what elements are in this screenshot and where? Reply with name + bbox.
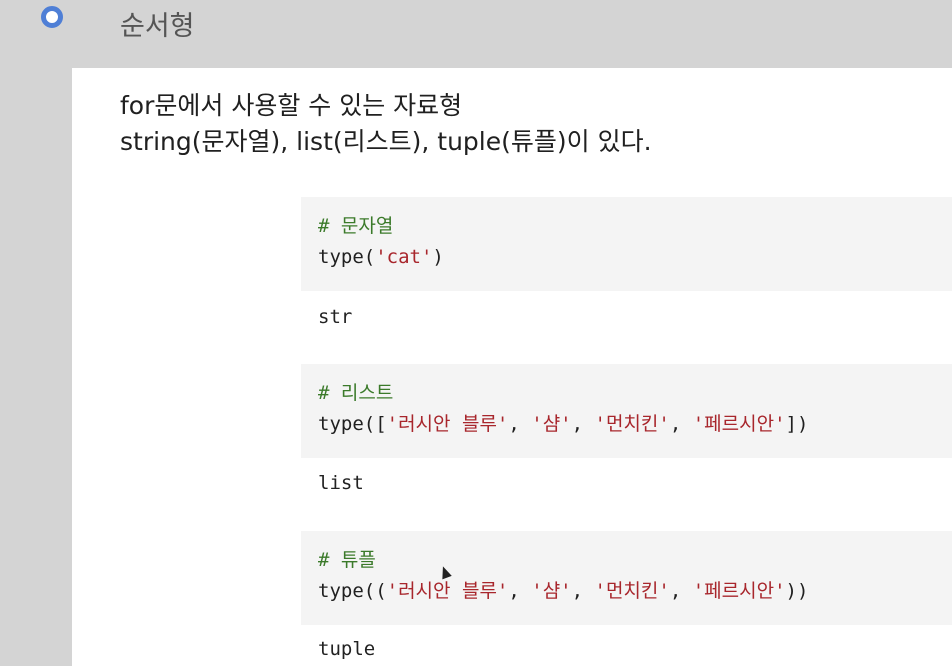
code-comment: # 튜플	[318, 549, 376, 571]
code-string: '샴'	[531, 580, 572, 602]
code-prefix: type([	[318, 413, 387, 435]
code-cell-tuple[interactable]: # 튜플 type(('러시안 블루', '샴', '먼치킨', '페르시안')…	[301, 531, 952, 625]
code-line: type(('러시안 블루', '샴', '먼치킨', '페르시안'))	[318, 580, 809, 602]
code-suffix: ])	[785, 413, 809, 435]
description-line-1: for문에서 사용할 수 있는 자료형	[120, 91, 463, 120]
code-comment: # 리스트	[318, 382, 394, 404]
code-line: type('cat')	[318, 242, 952, 273]
cell-output-list: list	[318, 472, 364, 494]
code-prefix: type(	[318, 246, 376, 268]
code-prefix: type((	[318, 580, 387, 602]
code-suffix: )	[432, 246, 444, 268]
code-line: type(['러시안 블루', '샴', '먼치킨', '페르시안'])	[318, 413, 809, 435]
code-string: '먼치킨'	[594, 413, 670, 435]
code-string: '페르시안'	[692, 580, 786, 602]
code-suffix: ))	[785, 580, 809, 602]
left-gutter	[0, 68, 72, 666]
code-string: '페르시안'	[692, 413, 786, 435]
notebook-content: for문에서 사용할 수 있는 자료형 string(문자열), list(리스…	[72, 68, 952, 666]
radio-button-icon[interactable]	[41, 6, 63, 28]
cell-output-tuple: tuple	[318, 638, 376, 660]
description-line-2: string(문자열), list(리스트), tuple(튜플)이 있다.	[120, 127, 652, 156]
section-title: 순서형	[120, 11, 195, 42]
cell-output-string: str	[318, 306, 353, 328]
code-comment: # 문자열	[318, 215, 394, 237]
code-string: '먼치킨'	[594, 580, 670, 602]
code-cell-list[interactable]: # 리스트 type(['러시안 블루', '샴', '먼치킨', '페르시안'…	[301, 364, 952, 458]
text-cell: for문에서 사용할 수 있는 자료형 string(문자열), list(리스…	[120, 88, 652, 160]
code-cell-string[interactable]: # 문자열 type('cat')	[301, 197, 952, 291]
code-string: '샴'	[531, 413, 572, 435]
code-string: '러시안 블루'	[386, 413, 509, 435]
section-header: 순서형	[0, 0, 952, 68]
code-string: '러시안 블루'	[386, 580, 509, 602]
code-string: 'cat'	[375, 246, 433, 268]
